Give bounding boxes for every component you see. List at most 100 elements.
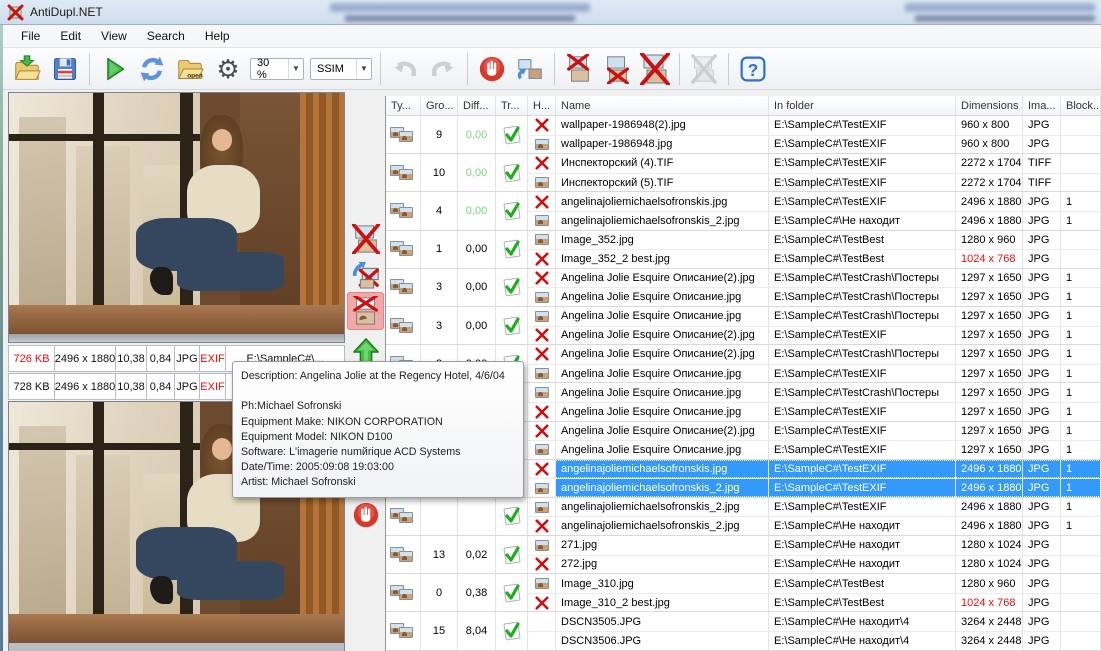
table-row[interactable]: angelinajoliemichaelsofronskis.jpgE:\Sam… [528,460,1101,479]
open-profile-button[interactable] [9,51,45,87]
format-cell[interactable]: JPG [1023,250,1061,268]
format-cell[interactable]: JPG [1023,498,1061,517]
folder-cell[interactable]: E:\SampleC#\TestCrash\Постеры [769,288,956,306]
group-cell[interactable]: 3 [421,307,458,344]
table-row[interactable]: Image_352_2 best.jpgE:\SampleC#\TestBest… [528,249,1101,268]
table-row[interactable]: Angelina Jolie Esquire Описание.jpgE:\Sa… [528,440,1101,459]
name-cell[interactable]: Image_310_2 best.jpg [556,594,769,612]
folder-cell[interactable]: E:\SampleC#\TestEXIF [769,192,956,211]
name-cell[interactable]: Angelina Jolie Esquire Описание.jpg [556,288,769,306]
format-cell[interactable]: JPG [1023,632,1061,650]
table-row[interactable]: 271.jpgE:\SampleC#\Не находит1280 x 1024… [528,536,1101,555]
format-cell[interactable]: JPG [1023,288,1061,306]
transform-check-icon[interactable] [502,583,522,603]
table-row[interactable]: angelinajoliemichaelsofronskis_2.jpgE:\S… [528,498,1101,517]
column-header-name[interactable]: Name [556,96,769,115]
transform-check-icon[interactable] [502,125,522,145]
group-cell[interactable]: 15 [421,612,458,649]
table-row[interactable]: Angelina Jolie Esquire Описание.jpgE:\Sa… [528,364,1101,383]
name-cell[interactable]: angelinajoliemichaelsofronskis_2.jpg [556,212,769,230]
name-cell[interactable]: angelinajoliemichaelsofronskis.jpg [556,192,769,211]
folder-cell[interactable]: E:\SampleC#\TestEXIF [769,460,956,479]
transform-check-icon[interactable] [502,163,522,183]
format-cell[interactable]: JPG [1023,612,1061,631]
group-cell[interactable]: 13 [421,536,458,573]
dimensions-cell[interactable]: 2496 x 1880 [956,212,1023,230]
name-cell[interactable]: Image_310.jpg [556,574,769,593]
column-header-gro[interactable]: Gro... [421,96,458,115]
table-row[interactable]: angelinajoliemichaelsofronskis.jpgE:\Sam… [528,192,1101,211]
blockiness-cell[interactable] [1061,250,1101,268]
format-cell[interactable]: JPG [1023,116,1061,135]
dimensions-cell[interactable]: 1280 x 1024 [956,556,1023,574]
name-cell[interactable]: Image_352_2 best.jpg [556,250,769,268]
format-cell[interactable]: JPG [1023,517,1061,535]
folder-cell[interactable]: E:\SampleC#\TestCrash\Постеры [769,383,956,402]
algorithm-combobox[interactable]: SSIM ▼ [310,58,372,80]
delete-first-side-button[interactable] [347,292,384,330]
undelete-button[interactable] [686,51,722,87]
dimensions-cell[interactable]: 3264 x 2448 [956,632,1023,650]
blockiness-cell[interactable] [1061,231,1101,250]
delete-both-side-button[interactable] [347,222,384,256]
dimensions-cell[interactable]: 2496 x 1880 [956,517,1023,535]
name-cell[interactable]: Angelina Jolie Esquire Описание.jpg [556,441,769,459]
format-cell[interactable]: TIFF [1023,154,1061,173]
dimensions-cell[interactable]: 1297 x 1650 [956,365,1023,383]
blockiness-cell[interactable]: 1 [1061,422,1101,441]
transform-check-icon[interactable] [502,506,522,526]
transform-cell[interactable] [496,498,528,535]
dimensions-cell[interactable]: 2496 x 1880 [956,192,1023,211]
dimensions-cell[interactable]: 1297 x 1650 [956,403,1023,421]
dimensions-cell[interactable]: 1297 x 1650 [956,307,1023,326]
first-image-preview[interactable] [8,92,345,343]
folder-cell[interactable]: E:\SampleC#\TestEXIF [769,327,956,345]
table-row[interactable]: wallpaper-1986948(2).jpgE:\SampleC#\Test… [528,116,1101,135]
transform-check-icon[interactable] [502,545,522,565]
format-cell[interactable]: JPG [1023,307,1061,326]
stop-button[interactable] [474,51,510,87]
blockiness-cell[interactable] [1061,556,1101,574]
table-row[interactable]: angelinajoliemichaelsofronskis_2.jpgE:\S… [528,516,1101,535]
name-cell[interactable]: wallpaper-1986948.jpg [556,136,769,154]
name-cell[interactable]: Angelina Jolie Esquire Описание(2).jpg [556,327,769,345]
dimensions-cell[interactable]: 1297 x 1650 [956,288,1023,306]
format-cell[interactable]: JPG [1023,231,1061,250]
format-cell[interactable]: JPG [1023,441,1061,459]
format-cell[interactable]: JPG [1023,403,1061,421]
group-cell[interactable]: 4 [421,192,458,229]
delete-second-button[interactable] [599,51,635,87]
name-cell[interactable]: angelinajoliemichaelsofronskis_2.jpg [556,498,769,517]
dimensions-cell[interactable]: 1297 x 1650 [956,345,1023,364]
format-cell[interactable]: JPG [1023,269,1061,288]
column-header-diff[interactable]: Diff... [458,96,496,115]
dimensions-cell[interactable]: 1280 x 1024 [956,536,1023,555]
blockiness-cell[interactable]: 1 [1061,269,1101,288]
folder-cell[interactable]: E:\SampleC#\TestEXIF [769,403,956,421]
table-row[interactable]: DSCN3506.JPGE:\SampleC#\Не находит\43264… [528,631,1101,650]
format-cell[interactable]: JPG [1023,365,1061,383]
blockiness-cell[interactable]: 1 [1061,403,1101,421]
name-cell[interactable]: Инспекторский (4).TIF [556,154,769,173]
blockiness-cell[interactable] [1061,136,1101,154]
menu-help[interactable]: Help [195,26,240,46]
blockiness-cell[interactable] [1061,574,1101,593]
blockiness-cell[interactable] [1061,174,1101,192]
transform-cell[interactable] [496,154,528,191]
format-cell[interactable]: JPG [1023,192,1061,211]
name-cell[interactable]: angelinajoliemichaelsofronskis_2.jpg [556,517,769,535]
transform-cell[interactable] [496,612,528,649]
blockiness-cell[interactable] [1061,632,1101,650]
name-cell[interactable]: angelinajoliemichaelsofronskis.jpg [556,460,769,479]
transform-cell[interactable] [496,116,528,153]
folder-cell[interactable]: E:\SampleC#\TestCrash\Постеры [769,307,956,326]
blockiness-cell[interactable]: 1 [1061,517,1101,535]
folder-cell[interactable]: E:\SampleC#\TestEXIF [769,174,956,192]
group-cell[interactable]: 10 [421,154,458,191]
blockiness-cell[interactable]: 1 [1061,479,1101,497]
chevron-down-icon[interactable]: ▼ [288,59,303,79]
table-row[interactable]: Image_310_2 best.jpgE:\SampleC#\TestBest… [528,593,1101,612]
blockiness-cell[interactable]: 1 [1061,212,1101,230]
dimensions-cell[interactable]: 1280 x 960 [956,574,1023,593]
rename-move-button[interactable] [512,51,548,87]
